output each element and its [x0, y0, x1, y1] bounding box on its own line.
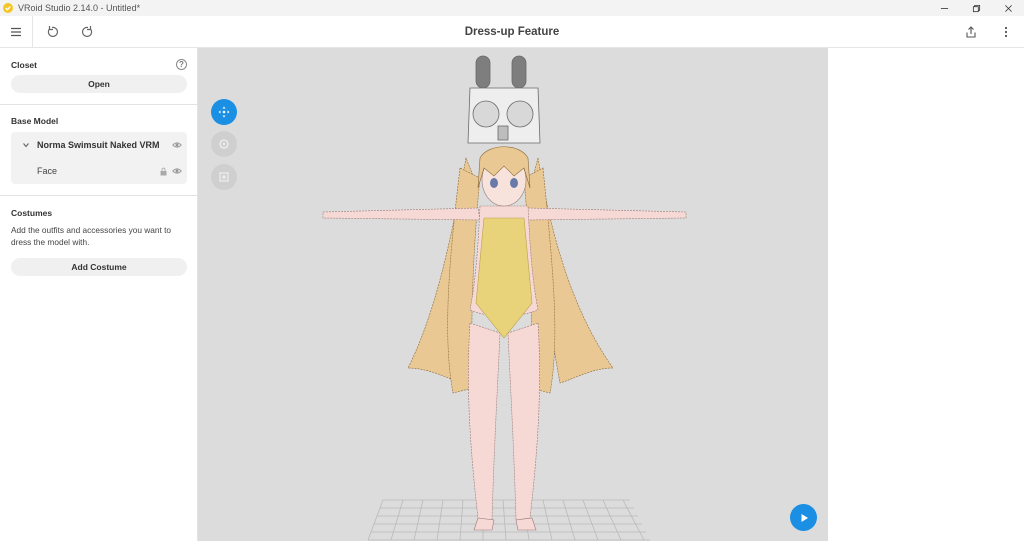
section-divider [0, 104, 197, 105]
eye-icon[interactable] [172, 166, 182, 176]
add-costume-button[interactable]: Add Costume [11, 258, 187, 276]
frame-tool-icon [219, 172, 229, 182]
character-model[interactable] [198, 48, 828, 541]
redo-button[interactable] [78, 22, 98, 42]
close-icon [1004, 4, 1012, 12]
rotate-tool-button[interactable] [211, 131, 237, 157]
undo-icon [47, 26, 59, 37]
right-eye [510, 178, 518, 188]
legs [468, 322, 540, 521]
share-button[interactable] [961, 22, 981, 42]
section-divider [0, 195, 197, 196]
play-button[interactable] [790, 504, 817, 531]
right-panel [828, 48, 1024, 541]
swimsuit [475, 217, 533, 339]
face-item-label: Face [37, 166, 58, 176]
more-vertical-icon [1004, 26, 1008, 38]
minimize-button[interactable] [928, 0, 960, 16]
minimize-icon [940, 7, 948, 9]
base-model-card: Norma Swimsuit Naked VRM Face [11, 132, 187, 184]
costumes-description: Add the outfits and accessories you want… [11, 225, 172, 247]
toolbar-divider [32, 16, 33, 48]
eye-icon[interactable] [172, 140, 182, 150]
menu-icon [11, 27, 21, 37]
window-title: VRoid Studio 2.14.0 - Untitled* [18, 3, 141, 13]
menu-button[interactable] [6, 22, 26, 42]
left-sidebar: Closet ? Open Base Model Norma Swimsuit … [0, 48, 198, 541]
undo-button[interactable] [42, 22, 62, 42]
rotate-tool-icon [219, 139, 229, 149]
help-icon[interactable]: ? [176, 59, 187, 70]
move-tool-button[interactable] [211, 99, 237, 125]
redo-icon [81, 26, 93, 37]
more-options-button[interactable] [996, 22, 1016, 42]
base-model-row[interactable]: Norma Swimsuit Naked VRM [11, 133, 187, 157]
chevron-down-icon[interactable] [22, 141, 30, 149]
vroid-check-icon [3, 3, 13, 13]
page-title: Dress-up Feature [464, 26, 560, 38]
base-model-label: Base Model [11, 116, 59, 126]
restore-icon [972, 4, 980, 12]
costumes-label: Costumes [11, 208, 53, 218]
close-button[interactable] [992, 0, 1024, 16]
share-icon [966, 26, 976, 38]
left-foot [473, 517, 495, 531]
left-eye [490, 178, 498, 188]
helmet [467, 55, 541, 144]
window-title-bar: VRoid Studio 2.14.0 - Untitled* [0, 0, 1024, 16]
play-icon [801, 513, 808, 522]
3d-viewport[interactable] [198, 48, 828, 541]
floor-grid [367, 499, 650, 541]
face-row[interactable]: Face [11, 159, 187, 183]
move-tool-icon [218, 106, 230, 118]
closet-label: Closet [11, 60, 37, 70]
base-model-name: Norma Swimsuit Naked VRM [37, 140, 160, 150]
restore-button[interactable] [960, 0, 992, 16]
right-foot [515, 517, 537, 531]
open-closet-button[interactable]: Open [11, 75, 187, 93]
lock-icon [160, 167, 167, 175]
app-toolbar: Dress-up Feature [0, 16, 1024, 48]
frame-tool-button[interactable] [211, 164, 237, 190]
